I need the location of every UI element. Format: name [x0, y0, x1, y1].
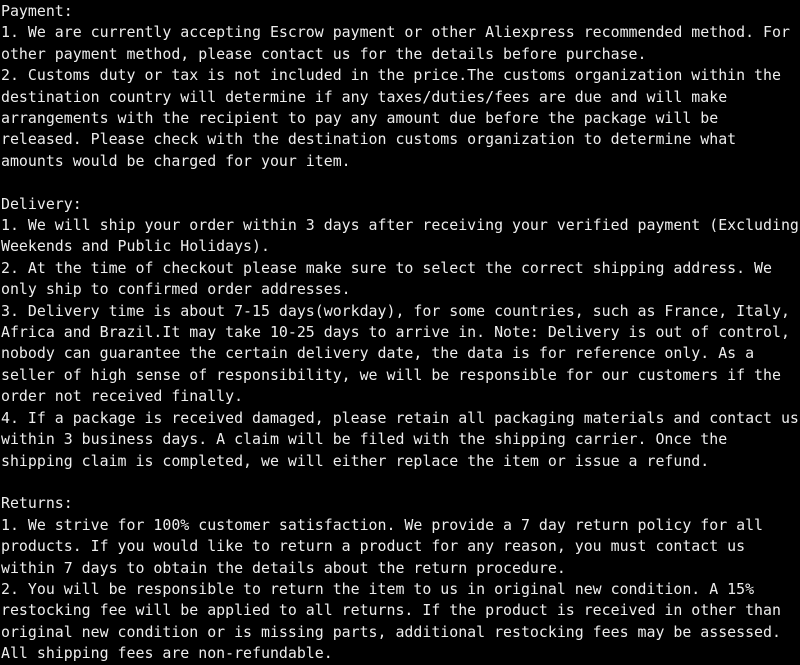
- returns-item-1: 1. We strive for 100% customer satisfact…: [1, 515, 772, 577]
- delivery-section-heading: Delivery:: [1, 194, 82, 213]
- delivery-item-3: 3. Delivery time is about 7-15 days(work…: [1, 301, 799, 406]
- payment-item-2: 2. Customs duty or tax is not included i…: [1, 66, 790, 170]
- delivery-item-1: 1. We will ship your order within 3 days…: [1, 216, 799, 256]
- section-spacer-delivery-returns: [1, 472, 800, 493]
- payment-item-1: 1. We are currently accepting Escrow pay…: [1, 23, 799, 63]
- delivery-item-2: 2. At the time of checkout please make s…: [1, 258, 781, 299]
- policy-text-page: Payment: 1. We are currently accepting E…: [0, 0, 800, 662]
- payment-section: Payment: 1. We are currently accepting E…: [1, 1, 800, 172]
- returns-section-heading: Returns:: [1, 494, 73, 513]
- delivery-item-4: 4. If a package is received damaged, ple…: [1, 408, 799, 470]
- payment-section-heading: Payment:: [1, 2, 73, 20]
- delivery-section: Delivery: 1. We will ship your order wit…: [1, 194, 800, 472]
- returns-section: Returns: 1. We strive for 100% customer …: [1, 493, 800, 664]
- returns-item-2: 2. You will be responsible to return the…: [1, 579, 790, 663]
- section-spacer-payment-delivery: [1, 172, 800, 193]
